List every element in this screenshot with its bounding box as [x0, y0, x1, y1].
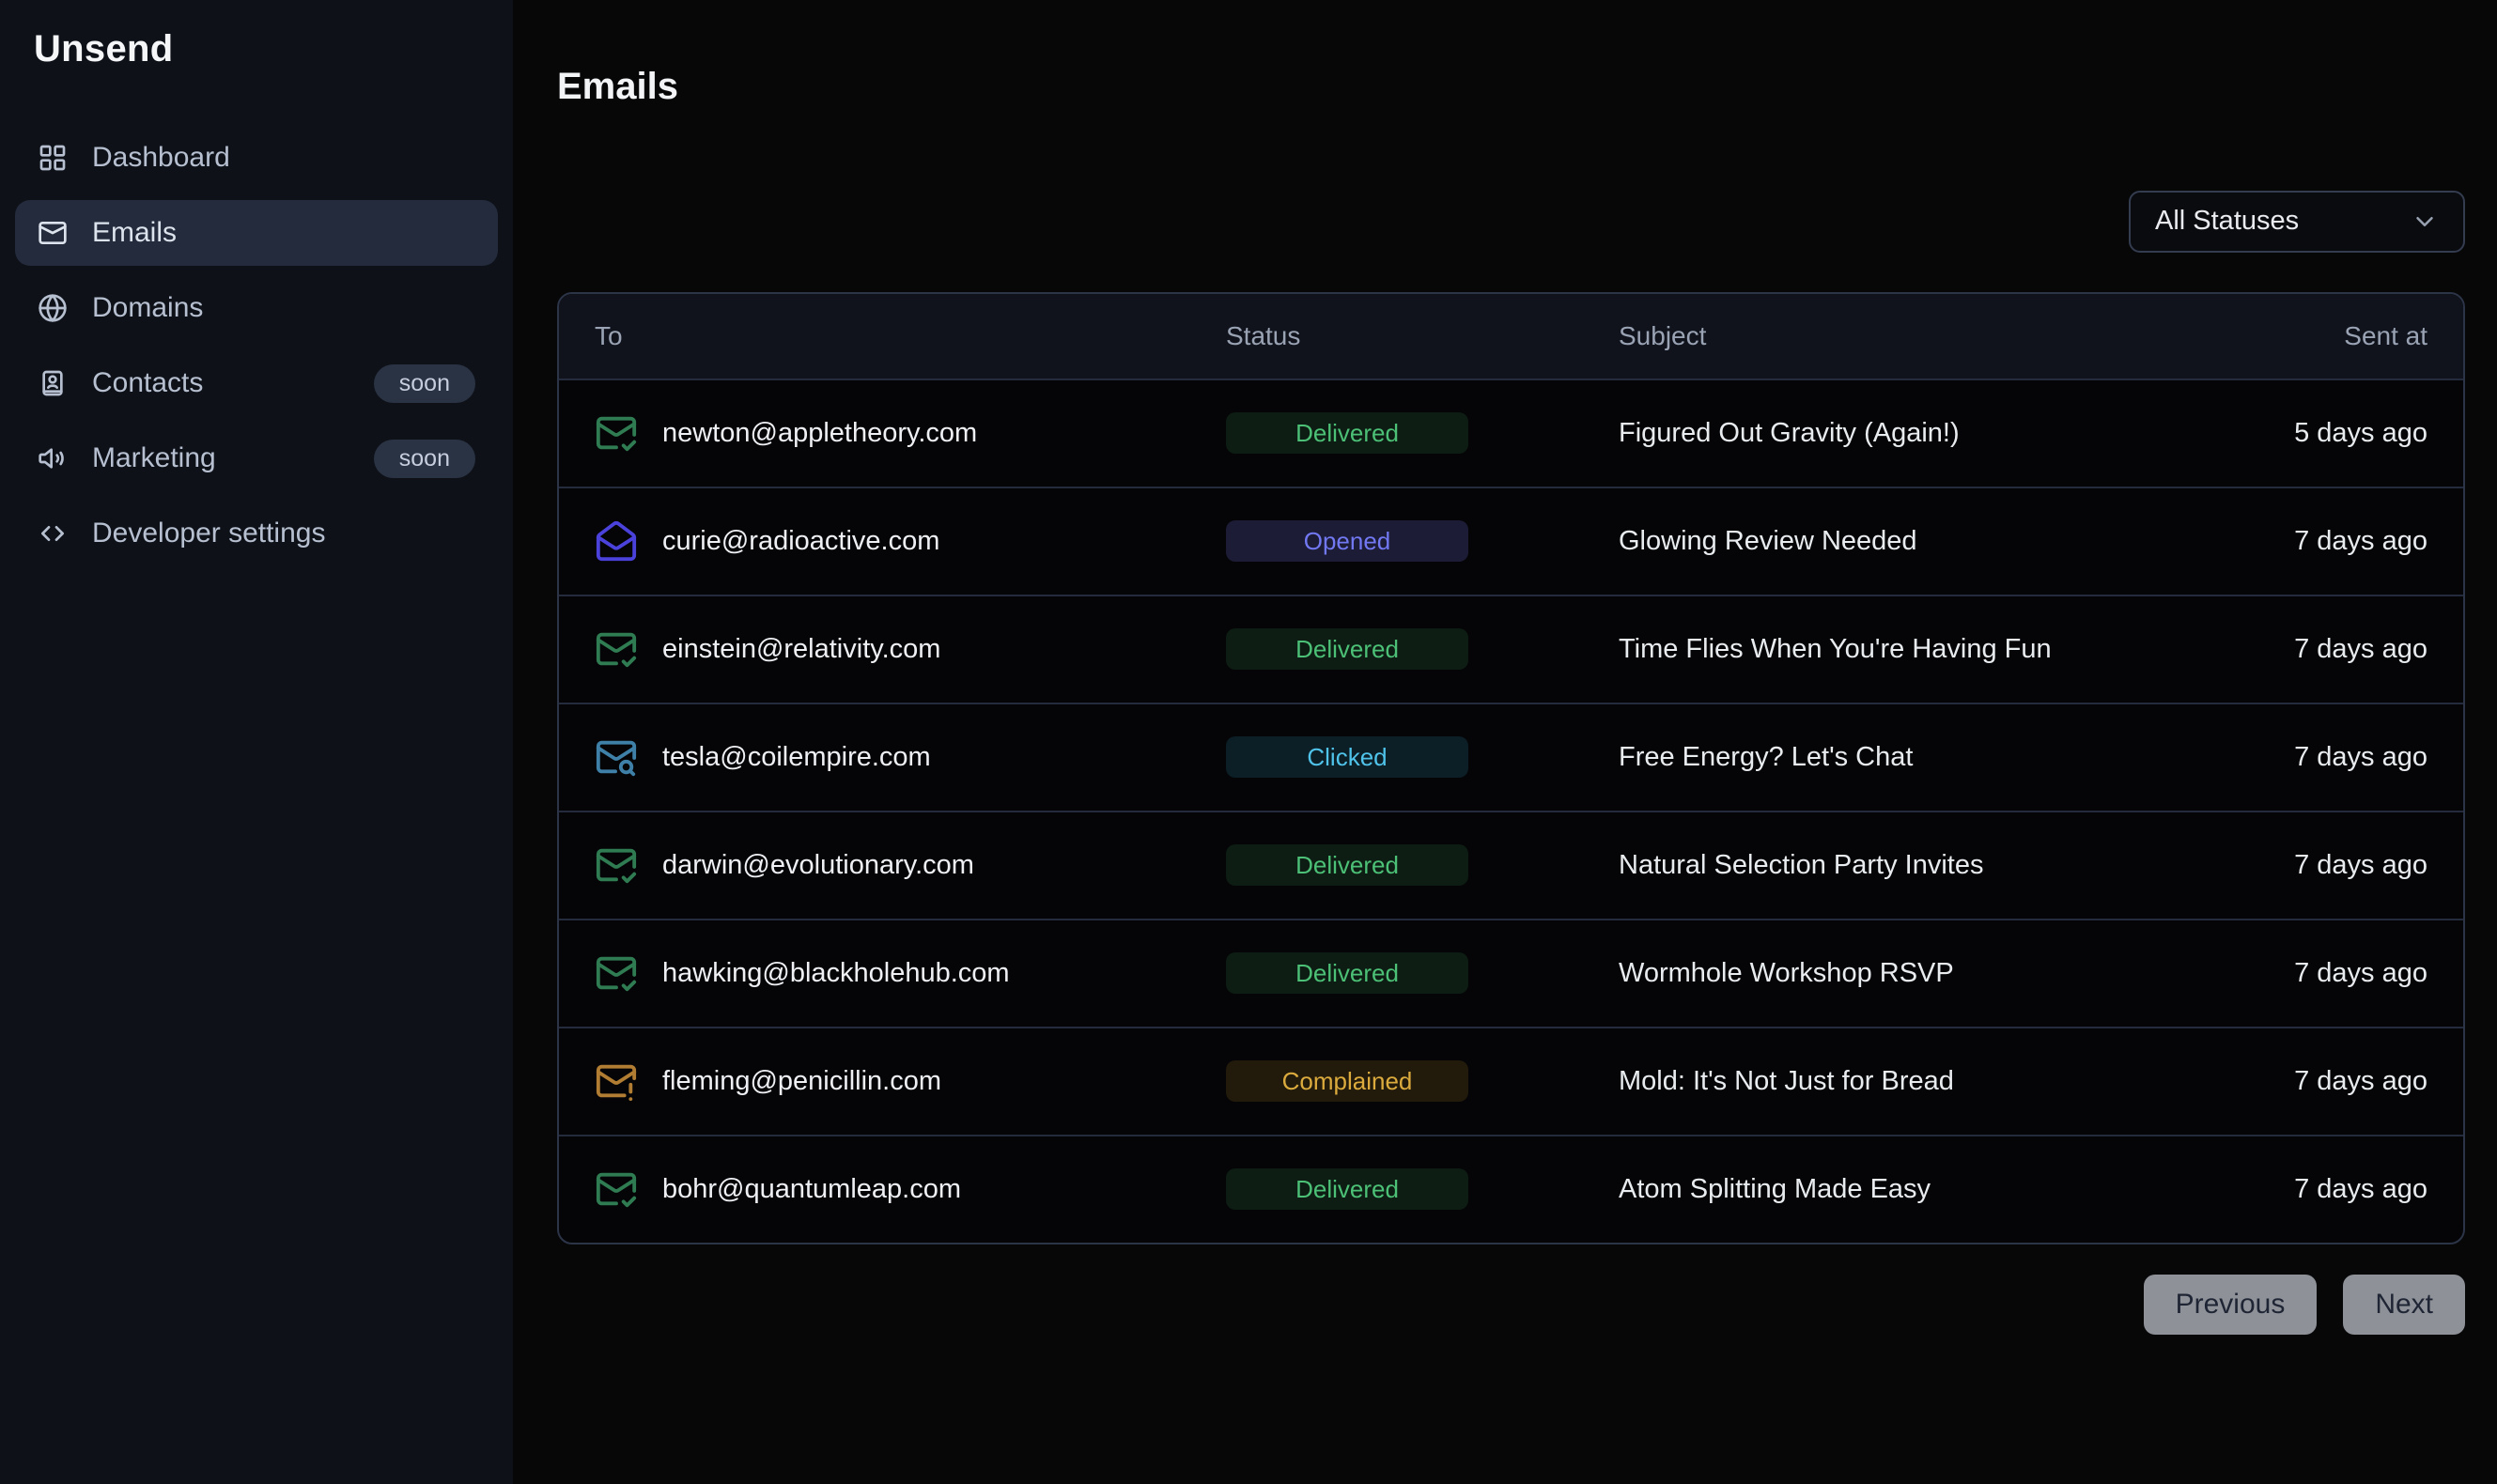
mail-check-icon: [595, 951, 638, 995]
email-subject: Natural Selection Party Invites: [1619, 850, 2178, 881]
table-row[interactable]: einstein@relativity.com Delivered Time F…: [559, 595, 2463, 703]
status-badge: Clicked: [1226, 736, 1468, 778]
status-badge: Delivered: [1226, 1168, 1468, 1210]
mail-icon: [38, 218, 68, 248]
status-badge: Opened: [1226, 520, 1468, 562]
sent-at: 7 days ago: [2178, 850, 2427, 881]
dashboard-icon: [38, 143, 68, 173]
column-header-sent-at: Sent at: [2178, 321, 2427, 351]
status-badge: Delivered: [1226, 412, 1468, 454]
main-content: Emails All Statuses To Status Subject Se…: [513, 0, 2497, 1484]
sidebar: Unsend Dashboard Emails Domains: [0, 0, 513, 1484]
toolbar: All Statuses: [557, 191, 2465, 253]
mail-check-icon: [595, 411, 638, 455]
sent-at: 7 days ago: [2178, 1066, 2427, 1097]
column-header-status: Status: [1226, 321, 1619, 351]
mail-check-icon: [595, 627, 638, 671]
table-row[interactable]: newton@appletheory.com Delivered Figured…: [559, 379, 2463, 487]
mail-check-icon: [595, 843, 638, 887]
recipient-email: hawking@blackholehub.com: [662, 958, 1010, 989]
status-badge: Complained: [1226, 1060, 1468, 1102]
status-badge: Delivered: [1226, 952, 1468, 994]
sidebar-item-label: Dashboard: [92, 142, 475, 174]
table-row[interactable]: tesla@coilempire.com Clicked Free Energy…: [559, 703, 2463, 811]
mail-check-icon: [595, 1167, 638, 1211]
sent-at: 7 days ago: [2178, 1174, 2427, 1205]
megaphone-icon: [38, 443, 68, 473]
email-subject: Wormhole Workshop RSVP: [1619, 958, 2178, 989]
email-subject: Figured Out Gravity (Again!): [1619, 418, 2178, 449]
status-filter-dropdown[interactable]: All Statuses: [2129, 191, 2465, 253]
column-header-subject: Subject: [1619, 321, 2178, 351]
sidebar-item-label: Developer settings: [92, 518, 475, 549]
code-icon: [38, 518, 68, 549]
pagination: Previous Next: [557, 1275, 2465, 1335]
sidebar-item-emails[interactable]: Emails: [15, 200, 498, 266]
status-filter-value: All Statuses: [2155, 206, 2299, 237]
soon-badge: soon: [374, 440, 475, 478]
chevron-down-icon: [2411, 208, 2439, 236]
sidebar-item-label: Emails: [92, 217, 475, 249]
emails-table: To Status Subject Sent at newton@appleth…: [557, 292, 2465, 1244]
recipient-email: curie@radioactive.com: [662, 526, 939, 557]
page-title: Emails: [557, 65, 2465, 108]
recipient-email: newton@appletheory.com: [662, 418, 977, 449]
sidebar-item-dashboard[interactable]: Dashboard: [15, 125, 498, 191]
contact-book-icon: [38, 368, 68, 398]
email-subject: Free Energy? Let's Chat: [1619, 742, 2178, 773]
email-subject: Atom Splitting Made Easy: [1619, 1174, 2178, 1205]
sidebar-nav: Dashboard Emails Domains Contacts soon: [15, 125, 498, 566]
email-subject: Mold: It's Not Just for Bread: [1619, 1066, 2178, 1097]
recipient-email: darwin@evolutionary.com: [662, 850, 974, 881]
sidebar-item-label: Domains: [92, 292, 475, 324]
table-row[interactable]: darwin@evolutionary.com Delivered Natura…: [559, 811, 2463, 919]
sidebar-item-label: Marketing: [92, 442, 349, 474]
table-row[interactable]: hawking@blackholehub.com Delivered Wormh…: [559, 919, 2463, 1027]
sidebar-item-marketing[interactable]: Marketing soon: [15, 425, 498, 491]
table-row[interactable]: fleming@penicillin.com Complained Mold: …: [559, 1027, 2463, 1135]
table-row[interactable]: curie@radioactive.com Opened Glowing Rev…: [559, 487, 2463, 595]
mail-warning-icon: [595, 1059, 638, 1103]
mail-search-icon: [595, 735, 638, 779]
previous-button[interactable]: Previous: [2144, 1275, 2318, 1335]
recipient-email: fleming@penicillin.com: [662, 1066, 941, 1097]
status-badge: Delivered: [1226, 844, 1468, 886]
table-header-row: To Status Subject Sent at: [559, 294, 2463, 379]
mail-open-icon: [595, 519, 638, 563]
sidebar-item-contacts[interactable]: Contacts soon: [15, 350, 498, 416]
sent-at: 5 days ago: [2178, 418, 2427, 449]
column-header-to: To: [595, 321, 1226, 351]
recipient-email: einstein@relativity.com: [662, 634, 940, 665]
sidebar-item-domains[interactable]: Domains: [15, 275, 498, 341]
next-button[interactable]: Next: [2343, 1275, 2465, 1335]
soon-badge: soon: [374, 364, 475, 403]
globe-icon: [38, 293, 68, 323]
sent-at: 7 days ago: [2178, 526, 2427, 557]
email-subject: Glowing Review Needed: [1619, 526, 2178, 557]
recipient-email: tesla@coilempire.com: [662, 742, 931, 773]
sidebar-item-label: Contacts: [92, 367, 349, 399]
sent-at: 7 days ago: [2178, 634, 2427, 665]
table-row[interactable]: bohr@quantumleap.com Delivered Atom Spli…: [559, 1135, 2463, 1243]
app-logo: Unsend: [15, 28, 498, 70]
sent-at: 7 days ago: [2178, 742, 2427, 773]
recipient-email: bohr@quantumleap.com: [662, 1174, 961, 1205]
status-badge: Delivered: [1226, 628, 1468, 670]
email-subject: Time Flies When You're Having Fun: [1619, 634, 2178, 665]
sidebar-item-developer-settings[interactable]: Developer settings: [15, 501, 498, 566]
sent-at: 7 days ago: [2178, 958, 2427, 989]
